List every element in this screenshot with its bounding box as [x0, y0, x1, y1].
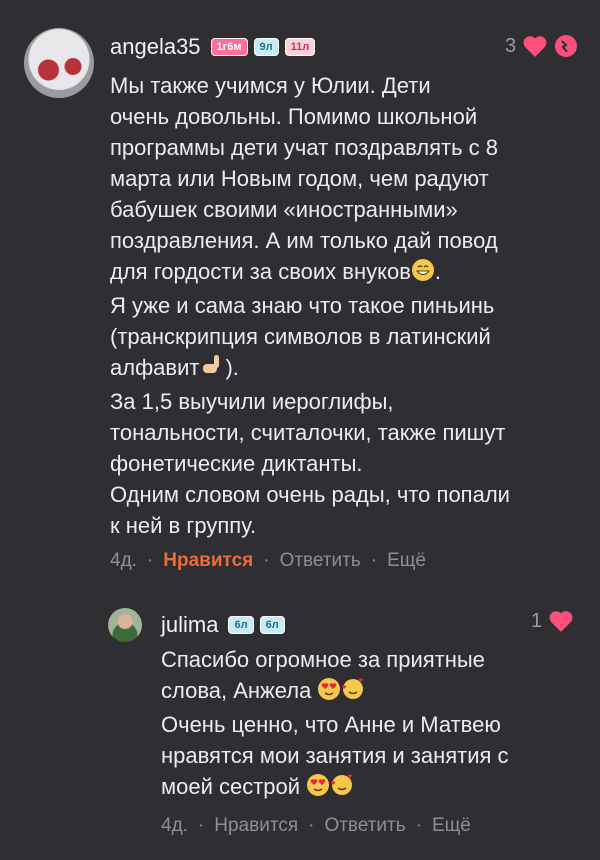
comment-actions: 4д. · Нравится · Ответить · Ещё: [110, 550, 426, 572]
heart-eyes-emoji: [317, 677, 341, 709]
comment-header: julima 6л 6л: [161, 612, 285, 638]
broken-heart-icon[interactable]: [554, 34, 578, 58]
separator-dot: ·: [197, 815, 205, 836]
separator-dot: ·: [415, 815, 422, 836]
smiling-hearts-emoji: [330, 773, 354, 805]
comment-angela35: angela35 1г6м 9л 11л 3 Мы также учимся у…: [0, 0, 600, 590]
like-count: 3: [505, 34, 517, 57]
more-button[interactable]: Ещё: [432, 815, 471, 837]
heart-icon[interactable]: [548, 609, 574, 633]
smiling-hearts-emoji: [341, 677, 365, 709]
child-age-badge: 6л: [228, 616, 254, 634]
grin-emoji: [411, 258, 435, 290]
reply-button[interactable]: Ответить: [280, 550, 361, 572]
child-age-badge: 11л: [284, 38, 316, 56]
child-age-badge: 9л: [253, 38, 279, 56]
avatar[interactable]: [24, 28, 94, 98]
comment-text: Мы также учимся у Юлии. Дети очень довол…: [110, 73, 510, 538]
like-button[interactable]: Нравится: [214, 815, 298, 837]
reply-button[interactable]: Ответить: [324, 815, 405, 837]
username[interactable]: angela35: [110, 34, 201, 60]
comment-text: Спасибо огромное за приятные слова, Анже…: [161, 644, 581, 805]
timestamp: 4д.: [110, 550, 137, 571]
child-age-badge: 6л: [259, 616, 285, 634]
child-age-badge: 1г6м: [210, 38, 248, 56]
heart-eyes-emoji: [306, 773, 330, 805]
separator-dot: ·: [263, 550, 270, 571]
separator-dot: ·: [370, 550, 378, 571]
comment-julima: julima 6л 6л 1 Спасибо огромное за прият…: [0, 590, 600, 860]
username[interactable]: julima: [161, 612, 218, 638]
pointing-hand-emoji: [199, 352, 225, 386]
more-button[interactable]: Ещё: [387, 550, 426, 572]
like-counter[interactable]: 1: [531, 609, 574, 633]
heart-icon[interactable]: [522, 34, 548, 58]
like-button[interactable]: Нравится: [163, 550, 253, 572]
comment-actions: 4д. · Нравится · Ответить · Ещё: [161, 815, 471, 837]
like-counter[interactable]: 3: [505, 34, 578, 58]
like-count: 1: [531, 609, 543, 632]
timestamp: 4д.: [161, 815, 188, 836]
separator-dot: ·: [146, 550, 154, 571]
separator-dot: ·: [308, 815, 315, 836]
avatar[interactable]: [108, 608, 142, 642]
comment-header: angela35 1г6м 9л 11л: [110, 34, 316, 60]
